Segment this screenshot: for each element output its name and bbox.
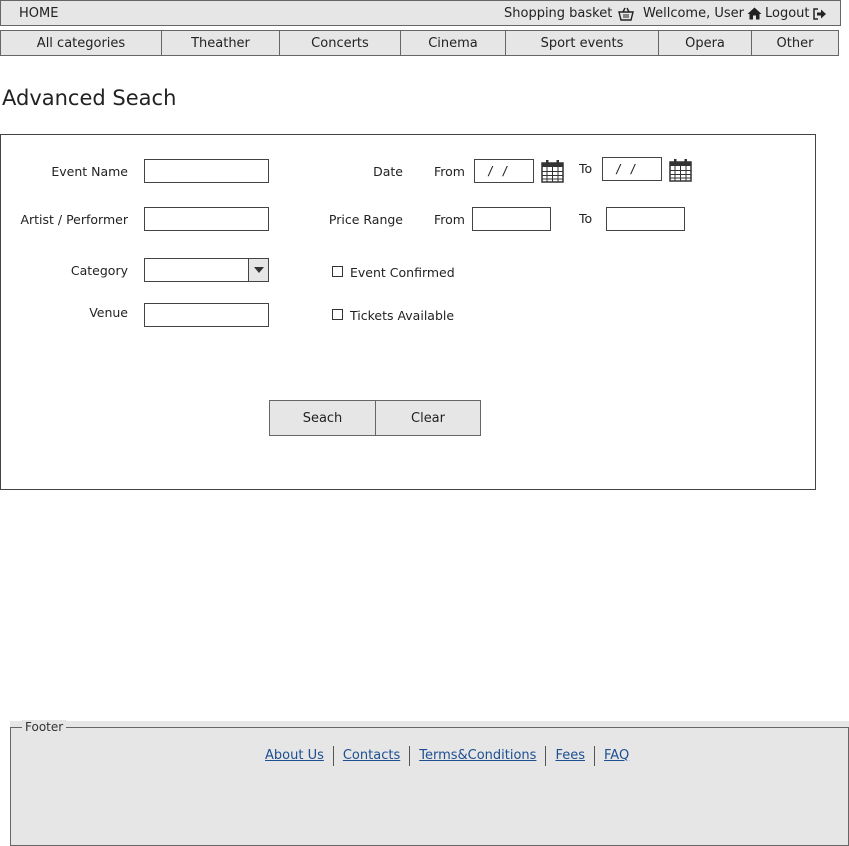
- artist-input[interactable]: [144, 207, 269, 231]
- price-from-input[interactable]: [472, 207, 551, 231]
- advanced-search-form: Event Name Artist / Performer Category V…: [0, 134, 816, 490]
- chevron-down-icon[interactable]: [248, 259, 268, 281]
- search-button[interactable]: Seach: [269, 400, 376, 436]
- event-name-input[interactable]: [144, 159, 269, 183]
- footer: Footer About Us Contacts Terms&Condition…: [10, 720, 849, 846]
- event-confirmed-label: Event Confirmed: [350, 265, 455, 280]
- logout-label: Logout: [765, 6, 810, 21]
- venue-label: Venue: [89, 305, 128, 320]
- date-from-input[interactable]: / /: [474, 159, 534, 183]
- category-opera[interactable]: Opera: [659, 31, 752, 55]
- footer-link-about-us[interactable]: About Us: [256, 746, 334, 766]
- footer-link-fees[interactable]: Fees: [546, 746, 595, 766]
- tickets-available-label: Tickets Available: [350, 308, 455, 323]
- calendar-icon[interactable]: [669, 158, 692, 182]
- date-to-label: To: [579, 161, 593, 176]
- footer-frame: [10, 727, 849, 846]
- footer-legend: Footer: [22, 720, 67, 734]
- category-all[interactable]: All categories: [1, 31, 162, 55]
- artist-label: Artist / Performer: [20, 212, 128, 227]
- date-label: Date: [373, 164, 403, 179]
- clear-button[interactable]: Clear: [375, 400, 481, 436]
- tickets-available-checkbox[interactable]: [332, 309, 343, 320]
- event-name-label: Event Name: [51, 164, 128, 179]
- welcome-user[interactable]: Wellcome, User: [643, 6, 762, 21]
- category-cinema[interactable]: Cinema: [401, 31, 506, 55]
- category-concerts[interactable]: Concerts: [280, 31, 401, 55]
- logout-icon: [812, 7, 826, 20]
- price-range-label: Price Range: [328, 212, 403, 227]
- date-from-label: From: [434, 164, 465, 179]
- footer-links: About Us Contacts Terms&Conditions Fees …: [256, 746, 638, 766]
- price-to-input[interactable]: [606, 207, 685, 231]
- footer-link-faq[interactable]: FAQ: [595, 746, 638, 766]
- page-title: Advanced Seach: [2, 86, 177, 110]
- logout-link[interactable]: Logout: [765, 6, 827, 21]
- welcome-label: Wellcome, User: [643, 6, 744, 21]
- event-confirmed-checkbox[interactable]: [332, 266, 343, 277]
- home-icon: [747, 7, 762, 20]
- category-sport-events[interactable]: Sport events: [506, 31, 659, 55]
- category-theather[interactable]: Theather: [162, 31, 280, 55]
- top-bar: HOME Shopping basket Wellcome, User Logo…: [0, 0, 841, 26]
- calendar-icon[interactable]: [541, 159, 564, 183]
- category-nav: All categories Theather Concerts Cinema …: [0, 30, 839, 56]
- home-link[interactable]: HOME: [19, 6, 58, 21]
- shopping-basket-link[interactable]: Shopping basket: [504, 6, 635, 21]
- footer-link-terms[interactable]: Terms&Conditions: [410, 746, 547, 766]
- footer-link-contacts[interactable]: Contacts: [334, 746, 411, 766]
- date-to-input[interactable]: / /: [602, 157, 662, 181]
- category-label: Category: [70, 263, 128, 278]
- category-other[interactable]: Other: [752, 31, 838, 55]
- basket-icon: [618, 7, 635, 21]
- shopping-basket-label: Shopping basket: [504, 6, 613, 21]
- price-from-label: From: [434, 212, 465, 227]
- price-to-label: To: [579, 211, 593, 226]
- venue-input[interactable]: [144, 303, 269, 327]
- category-select[interactable]: [144, 258, 269, 282]
